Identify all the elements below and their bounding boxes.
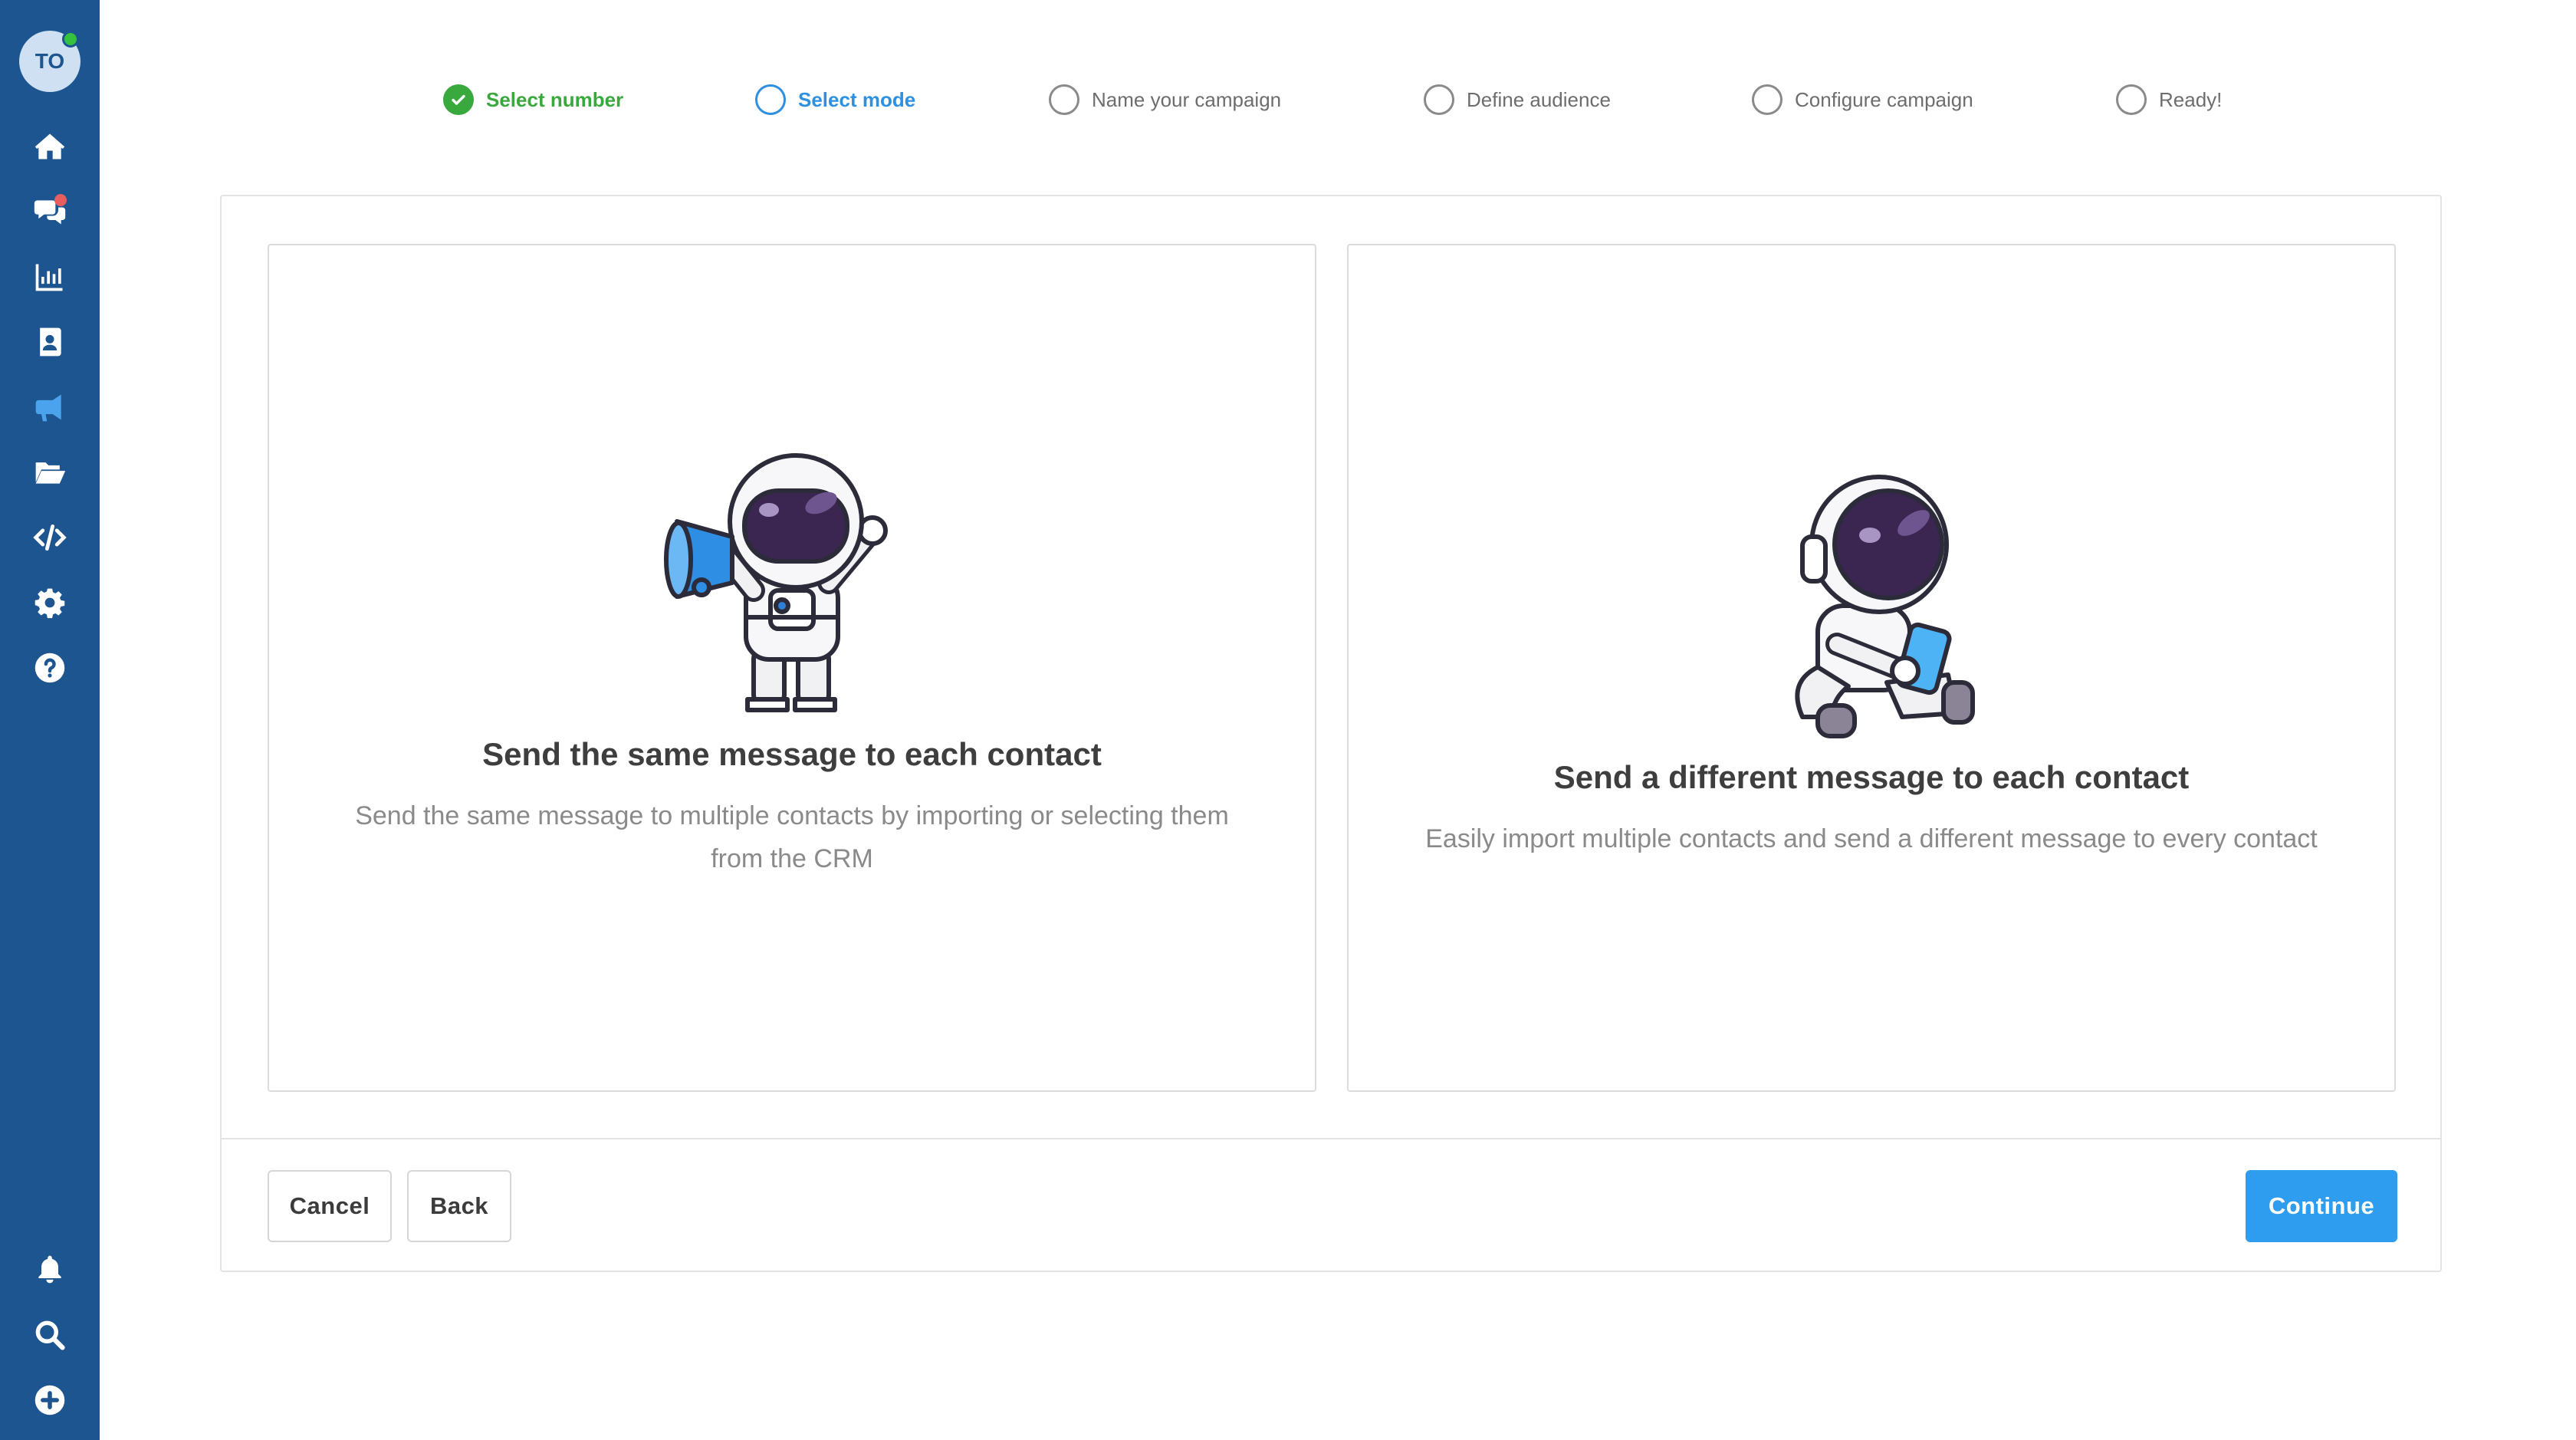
step-define-audience[interactable]: Define audience [1424, 80, 1611, 120]
sidebar-item-developers[interactable] [0, 505, 100, 570]
search-icon [35, 1320, 65, 1350]
campaign-stepper: Select number Select mode Name your camp… [0, 80, 2576, 120]
circle-icon [2116, 84, 2147, 115]
sidebar-nav [0, 113, 100, 700]
online-status-dot [62, 31, 79, 48]
step-label: Ready! [2159, 87, 2223, 111]
circle-icon [1752, 84, 1783, 115]
astronaut-phone-illustration [1795, 475, 1975, 738]
sidebar-item-campaigns[interactable] [0, 374, 100, 439]
mode-card-different-message[interactable]: Send a different message to each contact… [1347, 244, 2396, 1092]
step-label: Name your campaign [1092, 87, 1282, 111]
sidebar-bottom [0, 1237, 100, 1432]
sidebar-item-help[interactable] [0, 635, 100, 700]
mode-description: Send the same message to multiple contac… [355, 801, 1229, 873]
megaphone-icon [35, 394, 61, 421]
contacts-icon [40, 327, 61, 356]
check-circle-icon [443, 84, 474, 115]
mode-selection-panel: Send the same message to each contact Se… [220, 195, 2442, 1272]
sidebar-item-home[interactable] [0, 113, 100, 179]
step-select-mode[interactable]: Select mode [755, 80, 915, 120]
sidebar-item-conversations[interactable] [0, 179, 100, 244]
continue-button[interactable]: Continue [2246, 1170, 2397, 1242]
mode-card-same-message[interactable]: Send the same message to each contact Se… [268, 244, 1316, 1092]
cancel-button[interactable]: Cancel [268, 1170, 392, 1242]
sidebar-item-notifications[interactable] [0, 1237, 100, 1302]
sidebar: TO [0, 0, 100, 1440]
mode-title: Send the same message to each contact [482, 736, 1102, 772]
circle-icon [755, 84, 786, 115]
sidebar-item-search[interactable] [0, 1302, 100, 1367]
step-ready[interactable]: Ready! [2116, 80, 2222, 120]
sidebar-item-files[interactable] [0, 439, 100, 505]
gear-icon [34, 588, 65, 618]
sidebar-item-create[interactable] [0, 1367, 100, 1432]
step-label: Define audience [1467, 87, 1611, 111]
plus-circle-icon [34, 1385, 65, 1415]
home-icon [34, 133, 65, 159]
step-select-number[interactable]: Select number [443, 80, 623, 120]
avatar-initials: TO [34, 49, 65, 73]
bar-chart-icon [35, 264, 63, 291]
step-label: Configure campaign [1795, 87, 1973, 111]
astronaut-megaphone-illustration [664, 453, 888, 712]
step-configure-campaign[interactable]: Configure campaign [1752, 80, 1973, 120]
mode-title: Send a different message to each contact [1553, 759, 2190, 795]
sidebar-item-contacts[interactable] [0, 309, 100, 374]
back-button[interactable]: Back [407, 1170, 511, 1242]
folder-open-icon [35, 462, 66, 484]
code-icon [33, 524, 67, 551]
step-name-campaign[interactable]: Name your campaign [1049, 80, 1281, 120]
mode-description: Easily import multiple contacts and send… [1425, 824, 2318, 853]
circle-icon [1424, 84, 1454, 115]
footer-divider [222, 1138, 2440, 1139]
sidebar-item-settings[interactable] [0, 570, 100, 635]
help-icon [34, 653, 65, 682]
circle-icon [1049, 84, 1079, 115]
notification-dot [54, 194, 67, 206]
bell-icon [38, 1255, 61, 1283]
step-label: Select mode [798, 87, 916, 111]
step-label: Select number [486, 87, 624, 111]
sidebar-item-reports[interactable] [0, 244, 100, 309]
